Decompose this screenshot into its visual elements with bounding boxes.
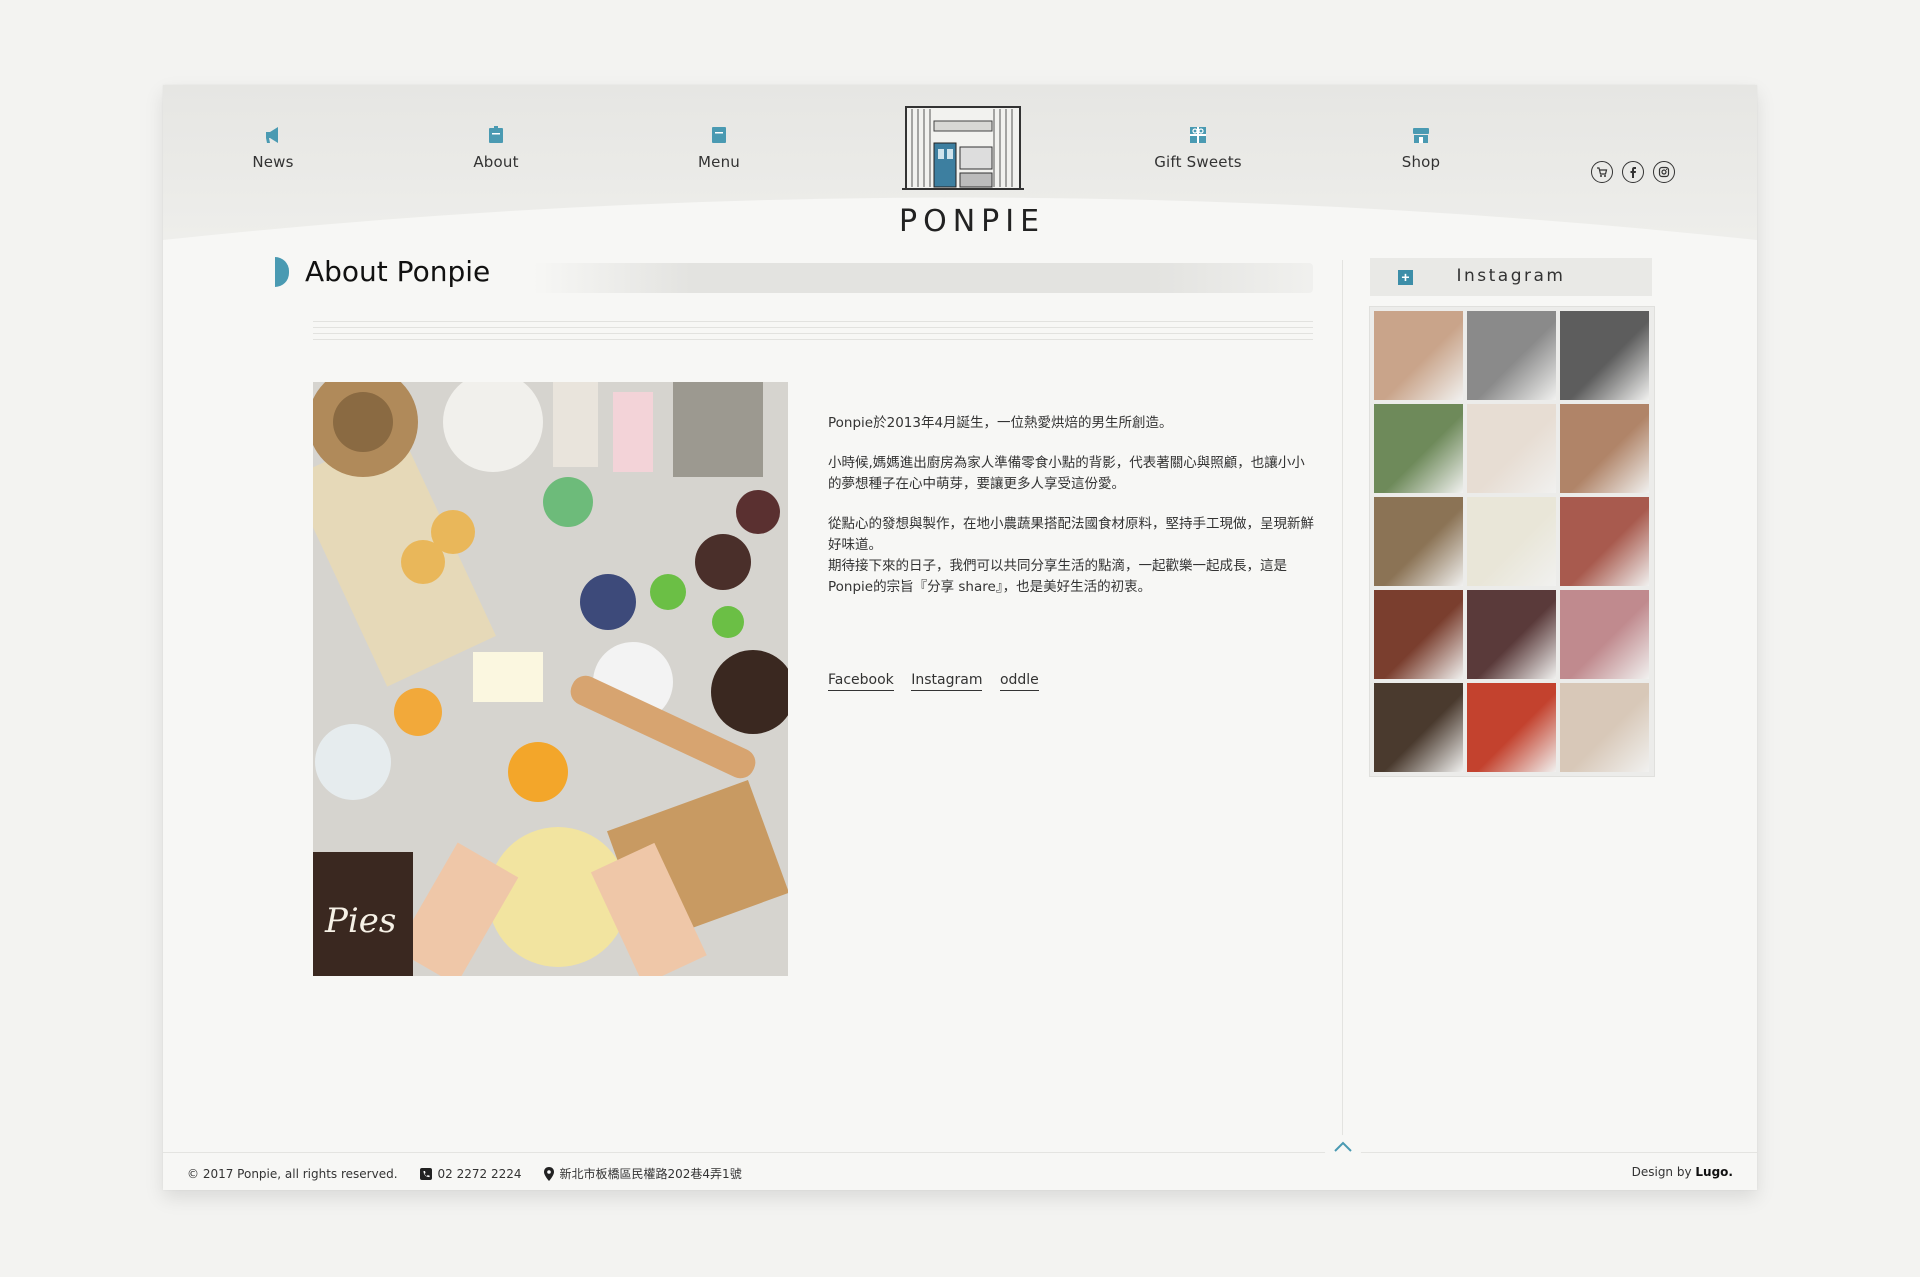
phone-icon <box>419 1167 432 1180</box>
instagram-photo[interactable] <box>1374 404 1463 493</box>
nav-label: News <box>252 153 294 171</box>
storefront-illustration <box>902 106 1024 190</box>
nav-menu[interactable]: Menu <box>659 125 779 172</box>
chevron-up-icon <box>1334 1141 1352 1152</box>
footer-divider <box>163 1152 1757 1153</box>
link-oddle[interactable]: oddle <box>999 672 1039 691</box>
design-prefix: Design by <box>1631 1165 1692 1179</box>
external-links: Facebook Instagram oddle <box>828 671 1052 691</box>
instagram-photo[interactable] <box>1467 683 1556 772</box>
instagram-photo[interactable] <box>1467 590 1556 679</box>
title-accent-bar <box>275 257 289 287</box>
link-instagram[interactable]: Instagram <box>911 672 983 691</box>
copyright: © 2017 Ponpie, all rights reserved. <box>187 1166 398 1181</box>
book-icon <box>489 126 503 143</box>
link-facebook[interactable]: Facebook <box>828 672 894 691</box>
about-photo: Pies <box>313 382 788 976</box>
about-text: Ponpie於2013年4月誕生，一位熱愛烘焙的男生所創造。 小時候,媽媽進出廚… <box>828 413 1318 617</box>
instagram-photo[interactable] <box>1374 590 1463 679</box>
paragraph: 期待接下來的日子，我們可以共同分享生活的點滴，一起歡樂一起成長，這是Ponpie… <box>828 558 1287 595</box>
back-to-top-button[interactable] <box>1325 1135 1361 1155</box>
brand-logo[interactable]: PONPIE <box>893 103 1046 239</box>
instagram-photo[interactable] <box>1467 497 1556 586</box>
footer-info: © 2017 Ponpie, all rights reserved. 02 2… <box>187 1165 742 1182</box>
instagram-photo[interactable] <box>1467 404 1556 493</box>
footer-phone: 02 2272 2224 <box>419 1166 522 1181</box>
instagram-photo[interactable] <box>1560 404 1649 493</box>
instagram-photo[interactable] <box>1467 311 1556 400</box>
paragraph: Ponpie於2013年4月誕生，一位熱愛烘焙的男生所創造。 <box>828 415 1173 431</box>
instagram-header: + Instagram <box>1370 258 1652 296</box>
address-text: 新北市板橋區民權路202巷4弄1號 <box>559 1167 742 1181</box>
nav-label: Gift Sweets <box>1154 153 1242 171</box>
designer-link[interactable]: Lugo. <box>1695 1165 1733 1179</box>
title-rules <box>313 321 1313 345</box>
instagram-title: Instagram <box>1456 266 1566 286</box>
footer-address: 新北市板橋區民權路202巷4弄1號 <box>543 1165 742 1182</box>
nav-gift-sweets[interactable]: Gift Sweets <box>1138 125 1258 172</box>
site-container: News About Menu Gift Sweets Shop PONPIE … <box>163 85 1757 1190</box>
instagram-photo[interactable] <box>1560 311 1649 400</box>
megaphone-icon <box>266 127 278 143</box>
cart-icon[interactable] <box>1591 161 1613 183</box>
facebook-icon[interactable] <box>1622 161 1644 183</box>
brand-name: PONPIE <box>899 204 1046 239</box>
instagram-photo[interactable] <box>1374 683 1463 772</box>
map-pin-icon <box>543 1166 554 1181</box>
nav-shop[interactable]: Shop <box>1361 125 1481 172</box>
phone-number: 02 2272 2224 <box>437 1166 522 1181</box>
instagram-photo[interactable] <box>1374 311 1463 400</box>
page-title: About Ponpie <box>305 255 491 288</box>
nav-about[interactable]: About <box>436 125 556 172</box>
paragraph: 小時候,媽媽進出廚房為家人準備零食小點的背影，代表著關心與照顧，也讓小小的夢想種… <box>828 455 1305 492</box>
nav-news[interactable]: News <box>213 125 333 172</box>
paragraph: 從點心的發想與製作，在地小農蔬果搭配法國食材原料，堅持手工現做，呈現新鮮好味道。 <box>828 516 1314 553</box>
sidebar-divider <box>1342 260 1343 1145</box>
nav-label: Shop <box>1401 153 1441 171</box>
nav-label: Menu <box>698 153 740 171</box>
gift-icon <box>1190 127 1206 143</box>
nav-label: About <box>473 153 519 171</box>
design-credit: Design by Lugo. <box>1632 1165 1733 1179</box>
instagram-icon[interactable] <box>1653 161 1675 183</box>
menu-book-icon <box>712 127 726 143</box>
title-decoration <box>533 263 1313 293</box>
instagram-photo[interactable] <box>1374 497 1463 586</box>
svg-text:Pies: Pies <box>324 901 396 941</box>
instagram-photo[interactable] <box>1560 497 1649 586</box>
instagram-photo[interactable] <box>1560 590 1649 679</box>
instagram-grid <box>1369 306 1655 777</box>
instagram-photo[interactable] <box>1560 683 1649 772</box>
shop-icon <box>1413 128 1429 143</box>
